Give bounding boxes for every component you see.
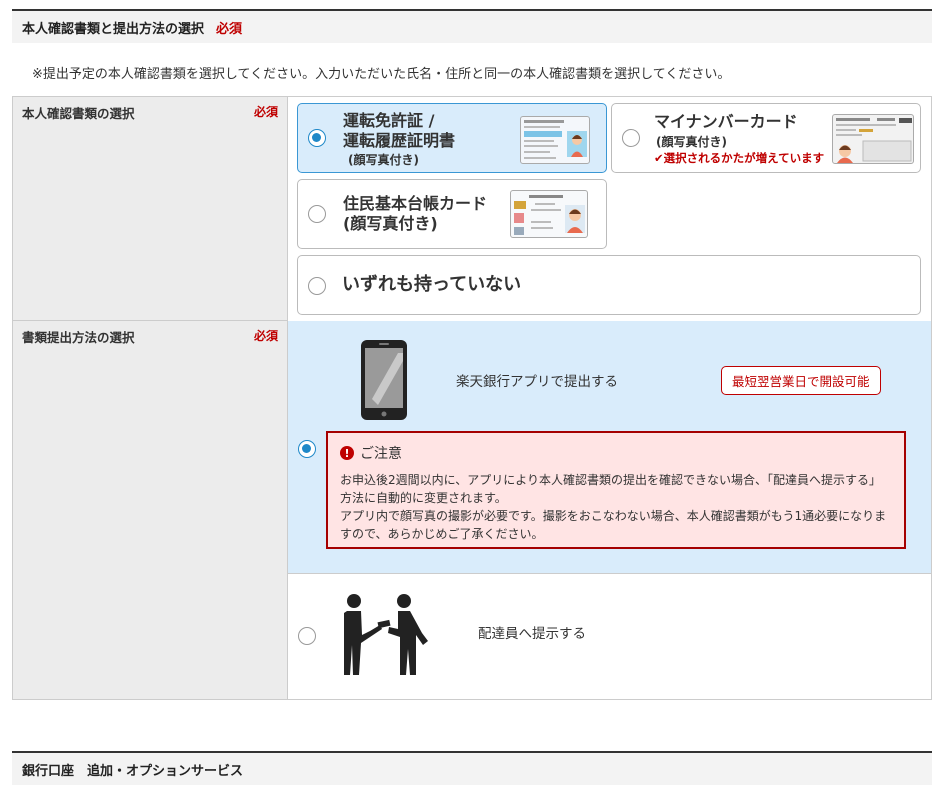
option-title-line2: (顔写真付き) [343, 214, 438, 233]
caution-title: ご注意 [360, 446, 402, 462]
section-header-id-method: 本人確認書類と提出方法の選択 必須 [12, 9, 932, 43]
radio-drivers-license[interactable] [308, 129, 326, 147]
option-subtitle: (顔写真付き) [348, 153, 419, 167]
submit-via-app-title: 楽天銀行アプリで提出する [456, 374, 618, 390]
option-none[interactable]: いずれも持っていない [297, 255, 921, 315]
option-title-line2: 運転履歴証明書 [343, 131, 456, 150]
show-to-courier-title: 配達員へ提示する [478, 626, 586, 642]
option-show-to-courier[interactable]: 配達員へ提示する [288, 575, 931, 699]
check-icon: ✔ [654, 151, 664, 165]
option-subtitle: (顔写真付き) [656, 135, 727, 149]
option-title-line1: 住民基本台帳カード [343, 194, 488, 213]
option-juki-card[interactable]: 住民基本台帳カード (顔写真付き) [297, 179, 607, 249]
section-title: 銀行口座 追加・オプションサービス [22, 763, 244, 779]
juki-card-image [510, 190, 588, 238]
option-title-line1: 運転免許証 / [343, 111, 435, 130]
option-title: マイナンバーカード [654, 112, 798, 131]
popular-note: ✔選択されるかたが増えています [654, 150, 824, 166]
warning-icon: ! [340, 446, 354, 460]
form-table: 本人確認書類の選択 必須 運転免許証 / 運転履歴証明書 (顔写真付き) マイナ… [12, 96, 932, 700]
caution-box: ! ご注意 お申込後2週間以内に、アプリにより本人確認書類の提出を確認できない場… [326, 431, 906, 549]
popular-note-text: 選択されるかたが増えています [663, 151, 825, 165]
required-badge: 必須 [253, 329, 278, 343]
option-my-number-card[interactable]: マイナンバーカード (顔写真付き) ✔選択されるかたが増えています [611, 103, 921, 173]
required-badge: 必須 [253, 105, 278, 119]
courier-handover-icon [344, 594, 428, 675]
smartphone-icon [361, 340, 407, 420]
option-submit-via-app[interactable]: 楽天銀行アプリで提出する 最短翌営業日で開設可能 ! ご注意 お申込後2週間以内… [288, 321, 931, 574]
submit-method-label: 書類提出方法の選択 [22, 330, 135, 345]
radio-juki-card[interactable] [308, 205, 326, 223]
section-title: 本人確認書類と提出方法の選択 [22, 21, 205, 37]
id-doc-label: 本人確認書類の選択 [22, 106, 135, 121]
my-number-card-image [832, 114, 914, 164]
drivers-license-image [520, 116, 590, 164]
caution-text: お申込後2週間以内に、アプリにより本人確認書類の提出を確認できない場合、「配達員… [340, 473, 887, 541]
row-label-id-doc: 本人確認書類の選択 必須 [13, 97, 288, 321]
required-badge: 必須 [216, 21, 243, 37]
section-header-options: 銀行口座 追加・オプションサービス [12, 751, 932, 785]
radio-submit-via-app[interactable] [298, 440, 316, 458]
option-drivers-license[interactable]: 運転免許証 / 運転履歴証明書 (顔写真付き) [297, 103, 607, 173]
radio-show-to-courier[interactable] [298, 627, 316, 645]
radio-none[interactable] [308, 277, 326, 295]
option-title: いずれも持っていない [342, 274, 522, 295]
fastest-opening-badge: 最短翌営業日で開設可能 [721, 366, 881, 395]
row-label-submit-method: 書類提出方法の選択 必須 [13, 321, 288, 699]
instruction-note: ※提出予定の本人確認書類を選択してください。入力いただいた氏名・住所と同一の本人… [32, 67, 731, 82]
radio-my-number-card[interactable] [622, 129, 640, 147]
